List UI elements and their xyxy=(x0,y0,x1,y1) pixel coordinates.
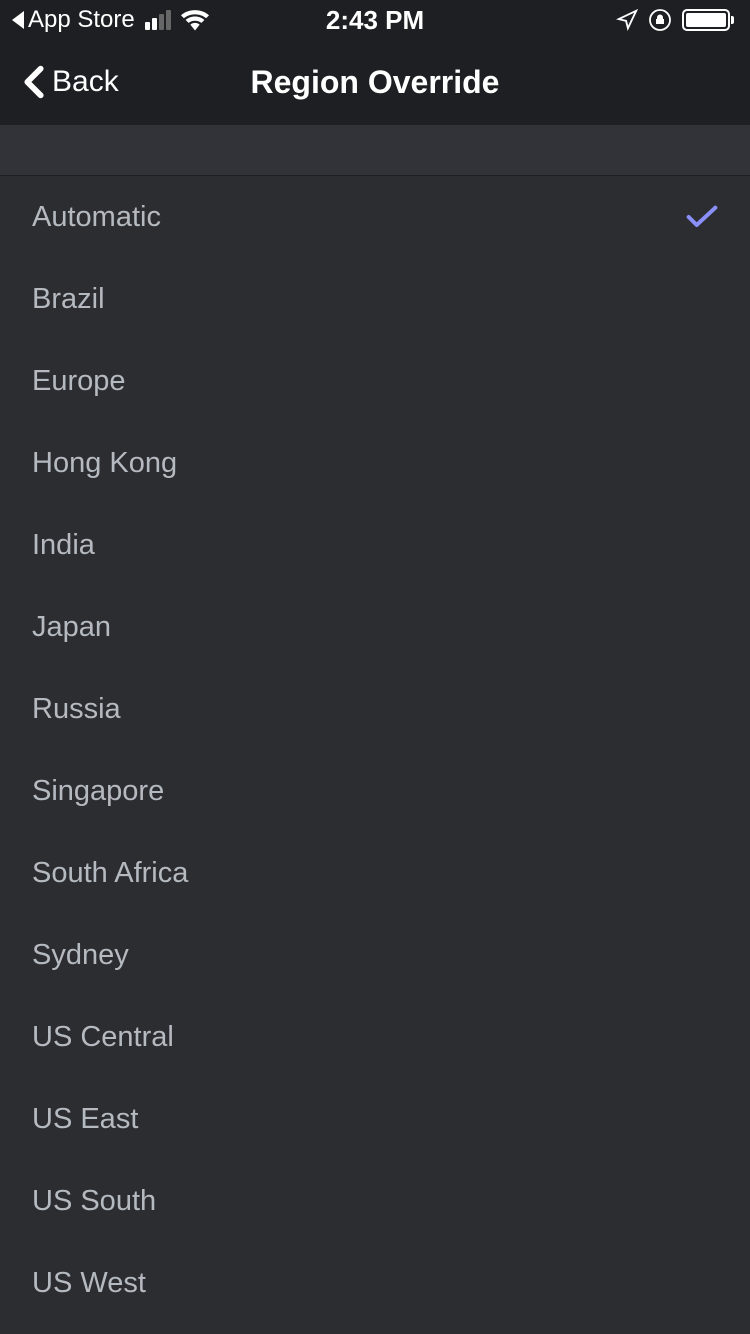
region-item[interactable]: Europe xyxy=(0,340,750,422)
back-app-label: App Store xyxy=(28,6,135,34)
region-item[interactable]: Sydney xyxy=(0,914,750,996)
back-button-label: Back xyxy=(52,65,119,99)
region-item[interactable]: US West xyxy=(0,1242,750,1324)
nav-header: Back Region Override xyxy=(0,40,750,124)
region-item[interactable]: Automatic xyxy=(0,176,750,258)
wifi-icon xyxy=(181,9,209,31)
region-item[interactable]: Hong Kong xyxy=(0,422,750,504)
status-bar-right xyxy=(616,8,730,32)
region-item[interactable]: US East xyxy=(0,1078,750,1160)
region-label: US South xyxy=(32,1185,156,1218)
status-bar-left: App Store xyxy=(12,6,209,34)
back-button[interactable]: Back xyxy=(24,65,119,99)
region-label: India xyxy=(32,529,95,562)
region-label: US West xyxy=(32,1267,146,1300)
region-label: Brazil xyxy=(32,283,105,316)
region-item[interactable]: Brazil xyxy=(0,258,750,340)
region-item[interactable]: South Africa xyxy=(0,832,750,914)
triangle-left-icon xyxy=(12,11,24,29)
back-to-app-button[interactable]: App Store xyxy=(12,6,135,34)
chevron-left-icon xyxy=(24,65,44,99)
region-item[interactable]: US Central xyxy=(0,996,750,1078)
region-label: US East xyxy=(32,1103,138,1136)
region-label: South Africa xyxy=(32,857,188,890)
region-label: Sydney xyxy=(32,939,129,972)
region-item[interactable]: US South xyxy=(0,1160,750,1242)
region-label: Automatic xyxy=(32,201,161,234)
location-icon xyxy=(616,9,638,31)
checkmark-icon xyxy=(686,205,718,229)
region-label: Japan xyxy=(32,611,111,644)
orientation-lock-icon xyxy=(648,8,672,32)
status-bar: App Store 2:43 PM xyxy=(0,0,750,40)
page-title: Region Override xyxy=(251,64,500,101)
region-item[interactable]: Singapore xyxy=(0,750,750,832)
status-bar-time: 2:43 PM xyxy=(326,5,424,36)
battery-icon xyxy=(682,9,730,31)
region-item[interactable]: India xyxy=(0,504,750,586)
region-label: Europe xyxy=(32,365,126,398)
region-label: Russia xyxy=(32,693,121,726)
region-list: Automatic Brazil Europe Hong Kong India Japan… xyxy=(0,176,750,1324)
region-label: Hong Kong xyxy=(32,447,177,480)
region-label: Singapore xyxy=(32,775,164,808)
region-item[interactable]: Japan xyxy=(0,586,750,668)
region-label: US Central xyxy=(32,1021,174,1054)
section-spacer xyxy=(0,124,750,176)
cellular-signal-icon xyxy=(145,10,171,30)
region-item[interactable]: Russia xyxy=(0,668,750,750)
